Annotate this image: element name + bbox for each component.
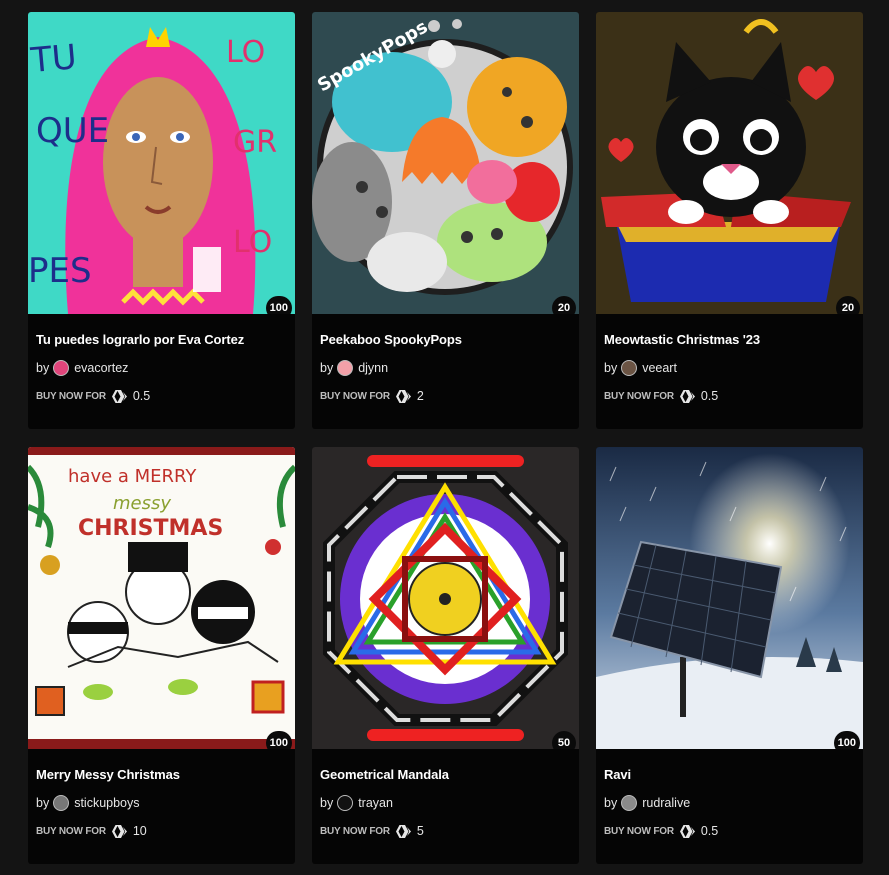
buy-now-label: BUY NOW FOR bbox=[604, 390, 674, 402]
price-line: BUY NOW FOR 0.5 bbox=[36, 389, 295, 403]
author-name[interactable]: djynn bbox=[358, 361, 388, 375]
artwork-spookypops: SpookyPops bbox=[312, 12, 579, 314]
nft-grid: TU QUE PES LO GR LO 100 Tu puedes lograr… bbox=[28, 12, 863, 864]
nft-card[interactable]: 50 Geometrical Mandala by trayan BUY NOW… bbox=[312, 447, 579, 864]
hive-icon bbox=[679, 389, 695, 403]
nft-card[interactable]: SpookyPops 20 Peekaboo SpookyPops by djy… bbox=[312, 12, 579, 429]
author-name[interactable]: rudralive bbox=[642, 796, 690, 810]
nft-title[interactable]: Geometrical Mandala bbox=[320, 767, 579, 782]
price-value: 2 bbox=[416, 389, 424, 403]
price-value: 10 bbox=[132, 824, 147, 838]
price-line: BUY NOW FOR 0.5 bbox=[604, 389, 863, 403]
svg-text:LO: LO bbox=[233, 225, 272, 260]
price-value: 0.5 bbox=[700, 824, 719, 838]
price-line: BUY NOW FOR 10 bbox=[36, 824, 295, 838]
by-label: by bbox=[36, 361, 50, 375]
nft-card[interactable]: have a MERRY messy CHRISTMAS 100 Merry M… bbox=[28, 447, 295, 864]
nft-artwork[interactable]: TU QUE PES LO GR LO 100 bbox=[28, 12, 295, 314]
price-value: 5 bbox=[416, 824, 424, 838]
buy-now-label: BUY NOW FOR bbox=[36, 390, 106, 402]
artwork-merry-messy: have a MERRY messy CHRISTMAS bbox=[28, 447, 295, 749]
edition-badge: 100 bbox=[265, 296, 292, 314]
artwork-mandala bbox=[312, 447, 579, 749]
hive-icon bbox=[679, 824, 695, 838]
edition-badge: 20 bbox=[836, 296, 860, 314]
svg-text:have a MERRY: have a MERRY bbox=[68, 466, 197, 487]
avatar[interactable] bbox=[337, 360, 354, 376]
svg-text:LO: LO bbox=[226, 35, 265, 70]
nft-title[interactable]: Peekaboo SpookyPops bbox=[320, 332, 579, 347]
nft-artwork[interactable]: 50 bbox=[312, 447, 579, 749]
price-line: BUY NOW FOR 5 bbox=[320, 824, 579, 838]
by-label: by bbox=[36, 796, 50, 810]
svg-text:CHRISTMAS: CHRISTMAS bbox=[78, 516, 223, 541]
artwork-eva-cortez: TU QUE PES LO GR LO bbox=[28, 12, 295, 314]
avatar[interactable] bbox=[53, 795, 70, 811]
nft-title[interactable]: Merry Messy Christmas bbox=[36, 767, 295, 782]
price-value: 0.5 bbox=[132, 389, 151, 403]
nft-title[interactable]: Tu puedes lograrlo por Eva Cortez bbox=[36, 332, 295, 347]
author-name[interactable]: stickupboys bbox=[74, 796, 139, 810]
by-label: by bbox=[320, 796, 334, 810]
nft-title[interactable]: Ravi bbox=[604, 767, 863, 782]
price-line: BUY NOW FOR 0.5 bbox=[604, 824, 863, 838]
author-line: by rudralive bbox=[604, 795, 863, 811]
hive-icon bbox=[111, 824, 127, 838]
author-line: by trayan bbox=[320, 795, 579, 811]
by-label: by bbox=[604, 361, 618, 375]
author-line: by stickupboys bbox=[36, 795, 295, 811]
author-line: by djynn bbox=[320, 360, 579, 376]
edition-badge: 50 bbox=[552, 731, 576, 749]
author-line: by evacortez bbox=[36, 360, 295, 376]
hive-icon bbox=[395, 389, 411, 403]
avatar[interactable] bbox=[621, 795, 638, 811]
author-name[interactable]: veeart bbox=[642, 361, 677, 375]
svg-text:QUE: QUE bbox=[36, 111, 109, 151]
nft-artwork[interactable]: 20 bbox=[596, 12, 863, 314]
buy-now-label: BUY NOW FOR bbox=[36, 825, 106, 837]
nft-artwork[interactable]: 100 bbox=[596, 447, 863, 749]
nft-artwork[interactable]: SpookyPops 20 bbox=[312, 12, 579, 314]
edition-badge: 100 bbox=[265, 731, 292, 749]
avatar[interactable] bbox=[621, 360, 638, 376]
svg-text:GR: GR bbox=[233, 125, 277, 160]
hive-icon bbox=[111, 389, 127, 403]
by-label: by bbox=[604, 796, 618, 810]
nft-card[interactable]: 100 Ravi by rudralive BUY NOW FOR 0.5 bbox=[596, 447, 863, 864]
artwork-meowtastic bbox=[596, 12, 863, 314]
author-name[interactable]: trayan bbox=[358, 796, 393, 810]
nft-card[interactable]: 20 Meowtastic Christmas '23 by veeart BU… bbox=[596, 12, 863, 429]
edition-badge: 100 bbox=[833, 731, 860, 749]
price-line: BUY NOW FOR 2 bbox=[320, 389, 579, 403]
avatar[interactable] bbox=[337, 795, 354, 811]
avatar[interactable] bbox=[53, 360, 70, 376]
svg-text:TU: TU bbox=[28, 37, 78, 81]
author-line: by veeart bbox=[604, 360, 863, 376]
price-value: 0.5 bbox=[700, 389, 719, 403]
buy-now-label: BUY NOW FOR bbox=[320, 390, 390, 402]
hive-icon bbox=[395, 824, 411, 838]
nft-title[interactable]: Meowtastic Christmas '23 bbox=[604, 332, 863, 347]
author-name[interactable]: evacortez bbox=[74, 361, 128, 375]
edition-badge: 20 bbox=[552, 296, 576, 314]
nft-card[interactable]: TU QUE PES LO GR LO 100 Tu puedes lograr… bbox=[28, 12, 295, 429]
by-label: by bbox=[320, 361, 334, 375]
svg-text:messy: messy bbox=[113, 493, 171, 514]
buy-now-label: BUY NOW FOR bbox=[604, 825, 674, 837]
buy-now-label: BUY NOW FOR bbox=[320, 825, 390, 837]
nft-artwork[interactable]: have a MERRY messy CHRISTMAS 100 bbox=[28, 447, 295, 749]
svg-text:PES: PES bbox=[28, 251, 92, 291]
artwork-ravi bbox=[596, 447, 863, 749]
